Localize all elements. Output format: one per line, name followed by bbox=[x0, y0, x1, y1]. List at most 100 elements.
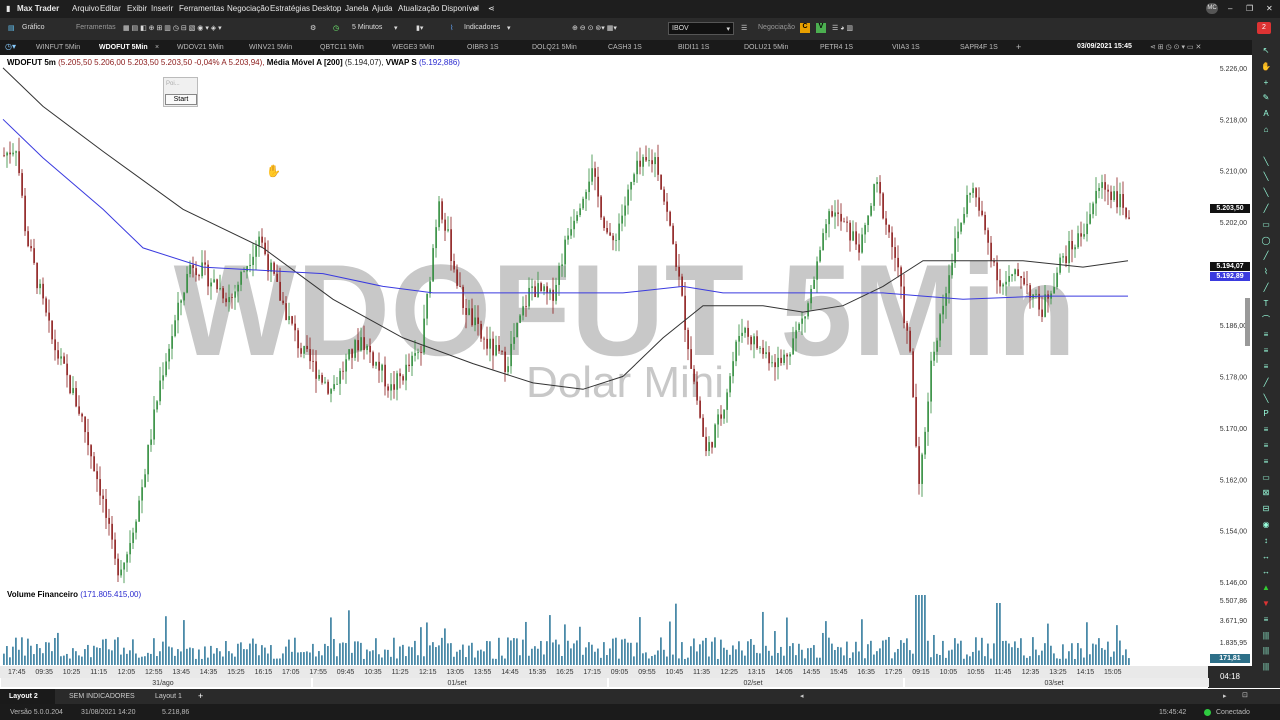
trading-icons-group[interactable]: ☰ ◕ ▥ bbox=[832, 24, 853, 32]
drawing-tool-icon[interactable]: A bbox=[1260, 109, 1272, 119]
drawing-tool-icon[interactable]: ╱ bbox=[1260, 204, 1272, 214]
close-icon[interactable]: ✕ bbox=[1266, 4, 1273, 13]
menu-item[interactable]: Inserir bbox=[151, 4, 173, 13]
menu-item[interactable]: Ferramentas bbox=[179, 4, 224, 13]
drawing-tool-icon[interactable]: ╱ bbox=[1260, 251, 1272, 261]
drawing-tool-icon[interactable]: ≡ bbox=[1260, 615, 1272, 625]
minimize-icon[interactable]: – bbox=[1228, 4, 1232, 13]
symbol-input[interactable]: IBOV ▾ bbox=[668, 22, 734, 35]
tab-item[interactable]: WEGE3 5Min bbox=[392, 44, 434, 51]
drawing-tool-icon[interactable]: ≡ bbox=[1260, 457, 1272, 467]
indicadores-dropdown-icon[interactable]: ▾ bbox=[507, 24, 511, 32]
compra-badge[interactable]: C bbox=[800, 23, 810, 33]
tab-item[interactable]: PETR4 1S bbox=[820, 44, 853, 51]
avatar[interactable]: MC bbox=[1206, 3, 1218, 14]
drawing-tool-icon[interactable]: ↕ bbox=[1260, 536, 1272, 546]
drawing-tool-icon[interactable]: P bbox=[1260, 409, 1272, 419]
drawing-tool-icon[interactable]: ✋ bbox=[1260, 62, 1272, 72]
drawing-tool-icon[interactable]: ≡ bbox=[1260, 441, 1272, 451]
tab-item[interactable]: DOLU21 5Min bbox=[744, 44, 788, 51]
settings-icon[interactable]: ⚙ bbox=[310, 24, 316, 32]
menu-item[interactable]: Atualização Disponível bbox=[398, 4, 479, 13]
drawing-tool-icon[interactable]: ╲ bbox=[1260, 188, 1272, 198]
drawing-tool-icon[interactable]: ╱ bbox=[1260, 378, 1272, 388]
drawing-tool-icon[interactable]: ⊠ bbox=[1260, 488, 1272, 498]
layout-tab-2[interactable]: Layout 2 bbox=[0, 689, 55, 704]
drawing-tool-icon[interactable]: ▲ bbox=[1260, 583, 1272, 593]
tab-item[interactable]: DOLQ21 5Min bbox=[532, 44, 577, 51]
tab-item[interactable]: WDOV21 5Min bbox=[177, 44, 224, 51]
search-icon[interactable]: ⌕ bbox=[474, 4, 478, 14]
drawing-tool-icon[interactable]: ╲ bbox=[1260, 394, 1272, 404]
zoom-icons-group[interactable]: ⊕ ⊖ ⊙ ⊚▾ ▦▾ bbox=[572, 24, 617, 32]
drawing-tool-icon[interactable]: ≡ bbox=[1260, 346, 1272, 356]
tab-item[interactable]: QBTC11 5Min bbox=[320, 44, 364, 51]
share-icon[interactable]: ⋖ bbox=[488, 4, 495, 13]
drawing-tool-icon[interactable]: ≡ bbox=[1260, 425, 1272, 435]
menu-item[interactable]: Desktop bbox=[312, 4, 341, 13]
price-chart[interactable]: WDOFUT 5Min Dolar Mini 5.226,005.218,005… bbox=[0, 55, 1250, 676]
grafico-button[interactable]: Gráfico bbox=[22, 24, 45, 31]
drawing-tool-icon[interactable]: ≡ bbox=[1260, 330, 1272, 340]
drawing-tool-icon[interactable]: ╲ bbox=[1260, 157, 1272, 167]
drawing-tool-icon[interactable]: ↖ bbox=[1260, 46, 1272, 56]
drawing-tool-icon[interactable]: T bbox=[1260, 299, 1272, 309]
chart-type-icon[interactable]: ▮▾ bbox=[416, 24, 423, 32]
interval-dropdown-icon[interactable]: ▾ bbox=[394, 24, 398, 32]
scroll-right-icon[interactable]: ▸ bbox=[1223, 692, 1227, 700]
drawing-tool-icon[interactable]: ⌒ bbox=[1260, 315, 1272, 325]
drawing-tool-icon[interactable]: ◯ bbox=[1260, 236, 1272, 246]
drawing-tool-icon[interactable]: ✎ bbox=[1260, 93, 1272, 103]
chart-icon[interactable]: ▤ bbox=[8, 24, 15, 32]
drawing-tool-icon[interactable]: ╲ bbox=[1260, 172, 1272, 182]
tab-item[interactable]: BIDI11 1S bbox=[678, 44, 709, 51]
tab-item[interactable]: CASH3 1S bbox=[608, 44, 642, 51]
list-icon[interactable]: ☰ bbox=[741, 24, 747, 32]
fullscreen-icon[interactable]: ⊡ bbox=[1242, 691, 1248, 699]
interval-select[interactable]: 5 Minutos bbox=[352, 24, 382, 31]
tab-item[interactable]: VIIA3 1S bbox=[892, 44, 920, 51]
drawing-tool-icon[interactable]: ↔ bbox=[1260, 552, 1272, 562]
drawing-tool-icon[interactable]: ||| bbox=[1260, 662, 1272, 672]
drawing-tool-icon[interactable]: ▭ bbox=[1260, 220, 1272, 230]
drawing-tool-icon[interactable]: ⊟ bbox=[1260, 504, 1272, 514]
symbol-dropdown-icon[interactable]: ▾ bbox=[726, 25, 730, 33]
drawing-tool-icon[interactable]: ≡ bbox=[1260, 362, 1272, 372]
menu-item[interactable]: Exibir bbox=[127, 4, 147, 13]
drawing-tool-icon[interactable]: ▼ bbox=[1260, 599, 1272, 609]
tab-item[interactable]: WINFUT 5Min bbox=[36, 44, 80, 51]
tab-item[interactable]: OIBR3 1S bbox=[467, 44, 499, 51]
drawing-tool-icon[interactable]: ||| bbox=[1260, 631, 1272, 641]
layout-tab-1[interactable]: Layout 1 bbox=[155, 693, 182, 700]
tab-item[interactable]: SAPR4F 1S bbox=[960, 44, 998, 51]
tabs-home-icon[interactable]: ◷▾ bbox=[5, 42, 16, 51]
add-tab-button[interactable]: + bbox=[1016, 42, 1021, 52]
add-layout-button[interactable]: + bbox=[198, 691, 203, 701]
drawing-tool-icon[interactable]: ⌂ bbox=[1260, 125, 1272, 135]
chart-scrollbar[interactable] bbox=[1245, 298, 1250, 346]
tab-controls-icons[interactable]: ⋖ ⊞ ◷ ⊙ ▾ ▭ ✕ bbox=[1150, 43, 1201, 51]
chart-area[interactable]: WDOFUT 5Min Dolar Mini 5.226,00 5.218,00 5… bbox=[0, 55, 1250, 676]
indicadores-button[interactable]: Indicadores bbox=[464, 24, 500, 31]
toolbar-icons-group[interactable]: ▦ ▤ ◧ ⊕ ⊞ ▥ ◷ ⊟ ▧ ◉ ▾ ◈ ▾ bbox=[123, 24, 222, 32]
drawing-tool-icon[interactable]: ▭ bbox=[1260, 473, 1272, 483]
menu-item[interactable]: Editar bbox=[100, 4, 121, 13]
venda-badge[interactable]: V bbox=[816, 23, 826, 33]
scroll-left-icon[interactable]: ◂ bbox=[800, 692, 804, 700]
menu-item[interactable]: Ajuda bbox=[372, 4, 392, 13]
drawing-tool-icon[interactable]: + bbox=[1260, 78, 1272, 88]
drawing-tool-icon[interactable]: ◉ bbox=[1260, 520, 1272, 530]
menu-item[interactable]: Negociação bbox=[227, 4, 269, 13]
restore-icon[interactable]: ❐ bbox=[1246, 4, 1253, 13]
notifications-badge[interactable]: 2 bbox=[1257, 22, 1271, 34]
drawing-tool-icon[interactable]: ↔ bbox=[1260, 567, 1272, 577]
start-button[interactable]: Start bbox=[165, 94, 197, 105]
drawing-tool-icon[interactable]: ⌇ bbox=[1260, 267, 1272, 277]
layout-tab-sem-indicadores[interactable]: SEM INDICADORES bbox=[69, 693, 135, 700]
drawing-tool-icon[interactable]: ╱ bbox=[1260, 283, 1272, 293]
menu-item[interactable]: Estratégias bbox=[270, 4, 310, 13]
menu-item[interactable]: Janela bbox=[345, 4, 369, 13]
close-tab-icon[interactable]: × bbox=[155, 44, 159, 51]
tab-item[interactable]: WDOFUT 5Min bbox=[99, 44, 148, 51]
drawing-tool-icon[interactable] bbox=[1260, 141, 1272, 151]
